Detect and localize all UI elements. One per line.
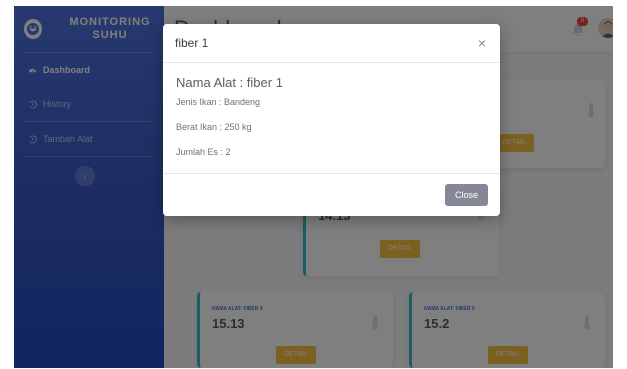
detail-modal: fiber 1 × Nama Alat : fiber 1 Jenis Ikan… bbox=[163, 24, 500, 216]
app-window: MONITORING SUHU Dashboard History Tambah… bbox=[14, 6, 613, 368]
fish-weight-text: Berat Ikan : 250 kg bbox=[176, 122, 252, 132]
modal-body: Nama Alat : fiber 1 Jenis Ikan : Bandeng… bbox=[163, 63, 500, 174]
fish-type-text: Jenis Ikan : Bandeng bbox=[176, 97, 261, 107]
modal-title: fiber 1 bbox=[175, 36, 209, 50]
close-icon[interactable]: × bbox=[478, 35, 486, 51]
close-button[interactable]: Close bbox=[445, 184, 488, 206]
modal-header: fiber 1 × bbox=[163, 24, 500, 63]
modal-footer: Close bbox=[163, 174, 500, 216]
modal-heading: Nama Alat : fiber 1 bbox=[176, 75, 283, 90]
ice-count-text: Jumlah Es : 2 bbox=[176, 147, 231, 157]
